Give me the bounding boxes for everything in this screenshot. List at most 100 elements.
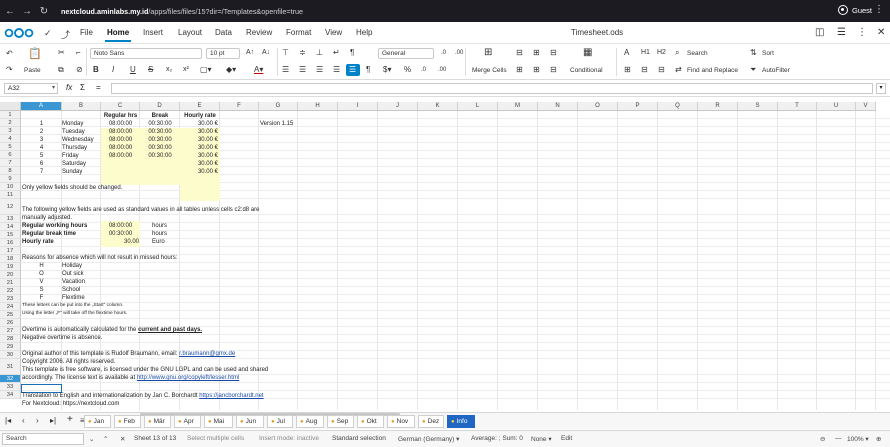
day-name[interactable]: Wednesday	[62, 136, 94, 144]
sheet-tab-8[interactable]: ● Aug	[296, 415, 324, 428]
license-link[interactable]: http://www.gnu.org/copyleft/lesser.html	[137, 375, 239, 381]
sheet-tab-12[interactable]: ● Dez	[418, 415, 444, 428]
tab-review[interactable]: Review	[246, 28, 272, 37]
find-replace-icon[interactable]: ⇄	[675, 65, 682, 75]
row-header-32[interactable]: 32	[0, 375, 21, 383]
reload-icon[interactable]: ↻	[37, 6, 51, 17]
insert-mode[interactable]: Insert mode: inactive	[259, 435, 319, 442]
align-left-icon[interactable]: ☰	[282, 65, 289, 75]
day-hourly-rate[interactable]: 30.00 €	[180, 144, 218, 152]
delete-columns-icon[interactable]: ⊟	[550, 65, 557, 75]
day-name[interactable]: Monday	[62, 120, 83, 128]
column-header-t[interactable]: T	[778, 102, 817, 111]
status-search-input[interactable]: Search	[2, 433, 84, 445]
strikethrough-icon[interactable]: S	[148, 65, 153, 75]
font-name-select[interactable]: Noto Sans	[90, 48, 202, 59]
translation-note[interactable]: Translation to English and international…	[22, 392, 264, 400]
license-line-1[interactable]: This template is free software, is licen…	[22, 366, 268, 374]
delete-rows-icon[interactable]: ⊟	[550, 48, 557, 58]
absence-code[interactable]: H	[21, 262, 62, 270]
row-header-33[interactable]: 33	[0, 383, 21, 391]
day-regular-hours[interactable]: 08:00:00	[101, 152, 140, 160]
column-header-c[interactable]: C	[101, 102, 140, 111]
share-icon[interactable]: ⤴	[61, 28, 70, 41]
day-name[interactable]: Thursday	[62, 144, 87, 152]
tab-data[interactable]: Data	[215, 28, 232, 37]
absence-label[interactable]: Vacation	[62, 278, 85, 286]
day-name[interactable]: Tuesday	[62, 128, 85, 136]
column-header-g[interactable]: G	[259, 102, 298, 111]
day-number[interactable]: 1	[21, 120, 62, 128]
formula-input[interactable]	[111, 83, 873, 94]
sheet-tab-6[interactable]: ● Jun	[236, 415, 264, 428]
address-bar[interactable]: nextcloud.aminlabs.my.id/apps/files/file…	[61, 7, 303, 16]
column-header-d[interactable]: D	[140, 102, 180, 111]
zoom-slider-icon[interactable]: —	[835, 435, 842, 442]
note-standard-1[interactable]: The following yellow fields are used as …	[22, 206, 259, 214]
row-header-22[interactable]: 22	[0, 287, 21, 295]
absence-label[interactable]: Out sick	[62, 270, 84, 278]
currency-icon[interactable]: $▾	[383, 65, 391, 75]
cut-icon[interactable]: ✂	[58, 48, 65, 58]
header-break[interactable]: Break	[140, 112, 180, 120]
paragraph-ltr-icon[interactable]: ¶	[350, 48, 354, 58]
version-label[interactable]: Version 1.15	[260, 120, 293, 128]
day-name[interactable]: Sunday	[62, 168, 82, 176]
sidebar-toggle-icon[interactable]: ◫	[815, 27, 824, 38]
tab-format[interactable]: Format	[286, 28, 311, 37]
copy-icon[interactable]: ⧉	[58, 65, 64, 75]
row-header-13[interactable]: 13	[0, 215, 21, 223]
column-header-s[interactable]: S	[738, 102, 778, 111]
note-standard-2[interactable]: manually adjusted.	[22, 214, 72, 222]
sheet-tab-7[interactable]: ● Jul	[267, 415, 293, 428]
align-center-vertical-icon[interactable]: ≑	[299, 48, 306, 58]
row-header-12[interactable]: 12	[0, 199, 21, 215]
row-header-34[interactable]: 34	[0, 391, 21, 399]
row-header-29[interactable]: 29	[0, 343, 21, 351]
document-title[interactable]: Timesheet.ods	[571, 28, 623, 37]
clear-format-icon[interactable]: ⊘	[76, 65, 83, 75]
tab-view[interactable]: View	[325, 28, 342, 37]
note-letters-1[interactable]: These letters can be put into the „Start…	[22, 302, 123, 310]
row-header-26[interactable]: 26	[0, 319, 21, 327]
sheet-tab-3[interactable]: ● Mär	[144, 415, 171, 428]
minus-box-icon[interactable]: ⊟	[658, 65, 665, 75]
row-header-9[interactable]: 9	[0, 175, 21, 183]
tab-home[interactable]: Home	[104, 28, 132, 42]
absence-label[interactable]: School	[62, 286, 80, 294]
checkmark-icon[interactable]: ✓	[44, 28, 52, 39]
search-down-icon[interactable]: ⌄	[89, 435, 94, 443]
column-header-p[interactable]: P	[618, 102, 658, 111]
sheet-tab-11[interactable]: ● Nov	[387, 415, 415, 428]
absence-code[interactable]: O	[21, 270, 62, 278]
label-hourly-rate[interactable]: Hourly rate	[22, 238, 54, 246]
day-regular-hours[interactable]: 08:00:00	[101, 120, 140, 128]
column-header-j[interactable]: J	[378, 102, 418, 111]
conditional-label[interactable]: Conditional	[570, 66, 603, 76]
note-yellow[interactable]: Only yellow fields should be changed.	[22, 184, 122, 192]
day-hourly-rate[interactable]: 30.00 €	[180, 152, 218, 160]
paragraph-rtl-icon[interactable]: ¶	[366, 65, 370, 75]
tab-insert[interactable]: Insert	[143, 28, 163, 37]
font-color-icon[interactable]: A▾	[254, 65, 263, 75]
overtime-negative[interactable]: Negative overtime is absence.	[22, 334, 102, 342]
row-header-6[interactable]: 6	[0, 151, 21, 159]
underline-icon[interactable]: U	[130, 65, 136, 75]
bold-icon[interactable]: B	[93, 65, 99, 75]
zoom-level[interactable]: 100% ▾	[847, 435, 869, 443]
license-line-2[interactable]: accordingly. The license text is availab…	[22, 374, 239, 382]
row-header-31[interactable]: 31	[0, 359, 21, 375]
column-header-f[interactable]: F	[220, 102, 259, 111]
column-header-k[interactable]: K	[418, 102, 458, 111]
undo-icon[interactable]: ↶	[6, 49, 13, 59]
row-header-11[interactable]: 11	[0, 191, 21, 199]
search-up-icon[interactable]: ⌃	[103, 435, 108, 443]
selection-mode[interactable]: Standard selection	[332, 435, 386, 442]
redo-icon[interactable]: ↷	[6, 65, 13, 75]
row-header-21[interactable]: 21	[0, 279, 21, 287]
insert-columns-before-icon[interactable]: ⊞	[533, 65, 540, 75]
column-header-q[interactable]: Q	[658, 102, 698, 111]
align-top-icon[interactable]: ⊤	[282, 48, 289, 58]
insert-row-icon[interactable]: ⊞	[624, 65, 631, 75]
day-number[interactable]: 2	[21, 128, 62, 136]
